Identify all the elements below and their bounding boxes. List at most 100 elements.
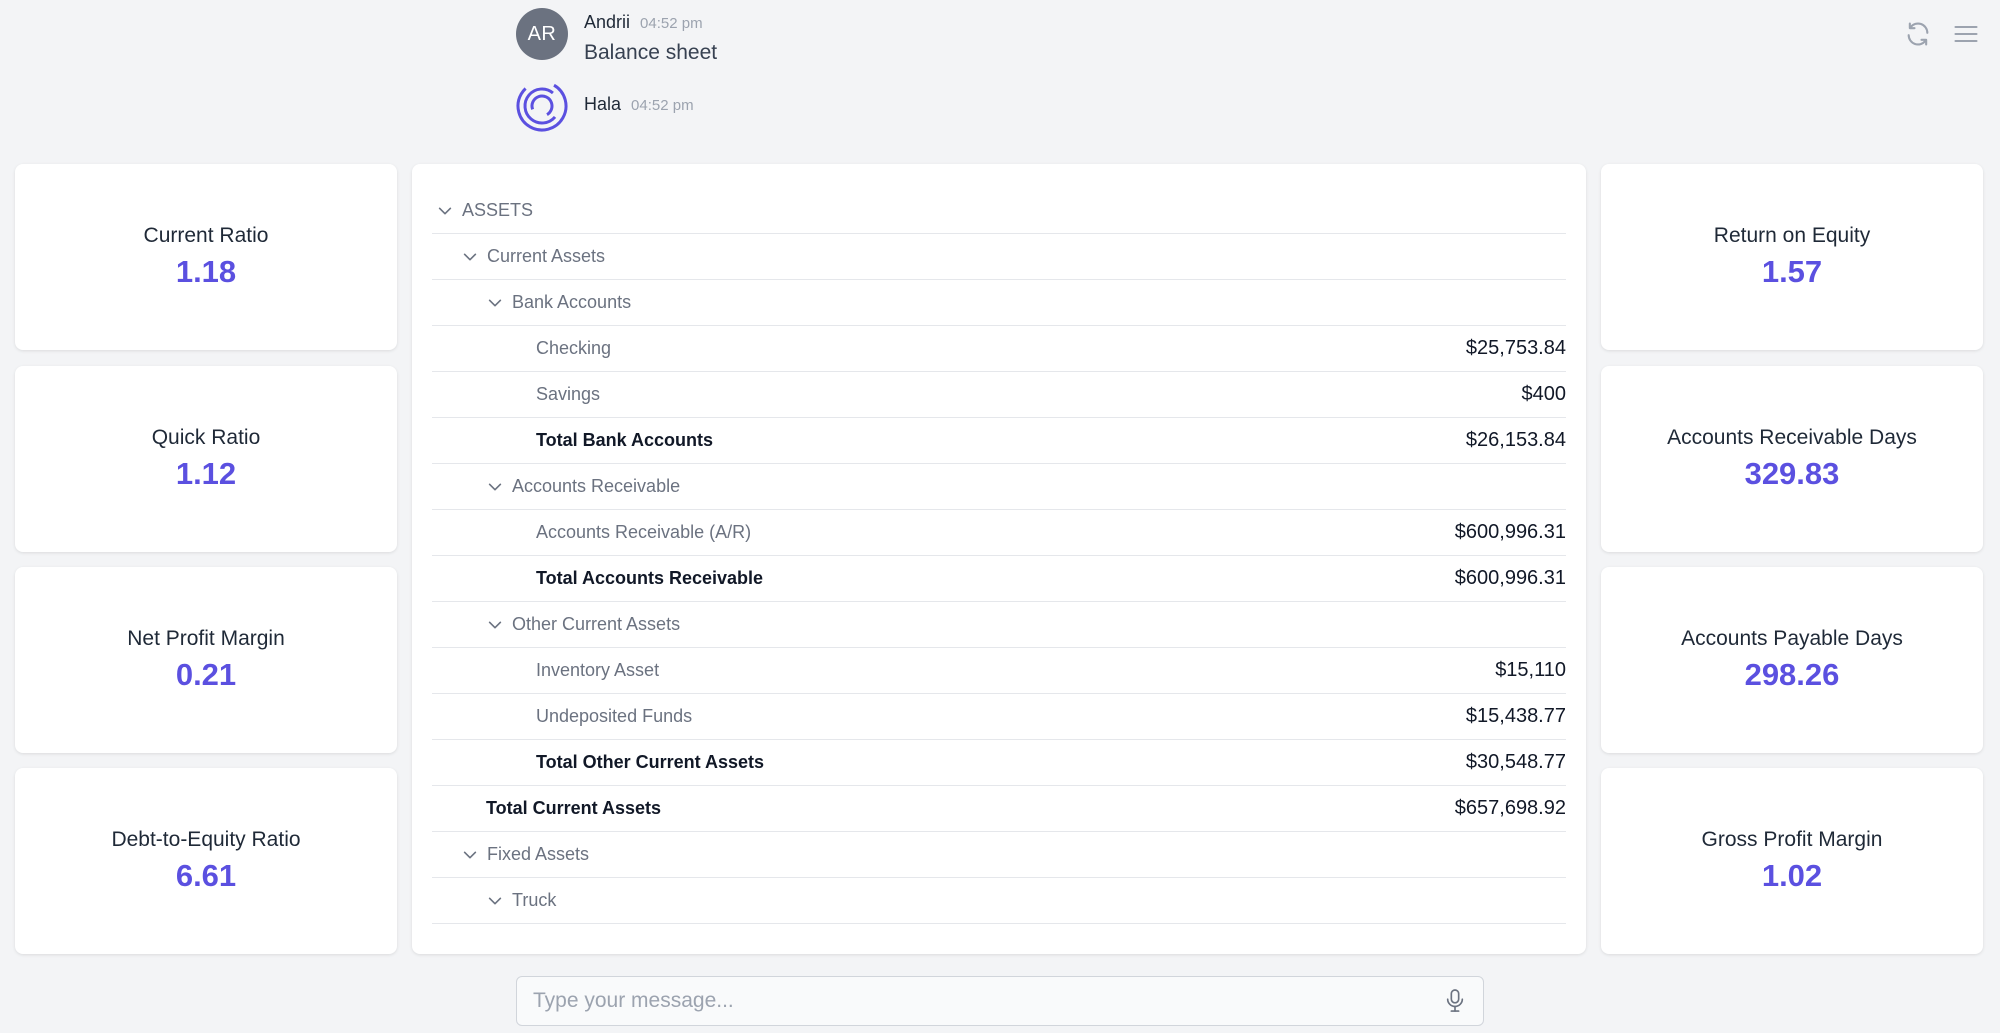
metric-value: 1.02 xyxy=(1761,858,1823,893)
metric-value: 298.26 xyxy=(1744,657,1840,692)
message-author: Hala xyxy=(584,94,622,114)
balance-sheet-table: ASSETS Current Assets Bank Accounts Checkin… xyxy=(432,188,1566,924)
row-label-wrap: Other Current Assets xyxy=(432,614,680,635)
metric-card-ap-days: Accounts Payable Days 298.26 xyxy=(1601,567,1983,753)
metric-label: Accounts Receivable Days xyxy=(1667,426,1917,449)
top-toolbar xyxy=(1902,18,1982,50)
row-label-wrap: Total Bank Accounts xyxy=(432,430,713,451)
row-label-wrap: Undeposited Funds xyxy=(432,706,692,727)
metric-card-ar-days: Accounts Receivable Days 329.83 xyxy=(1601,366,1983,552)
chat-message-assistant: Hala 04:52 pm xyxy=(516,80,694,132)
microphone-icon[interactable] xyxy=(1435,981,1475,1021)
message-text: Balance sheet xyxy=(584,41,718,64)
chevron-down-icon[interactable] xyxy=(461,248,479,266)
chevron-down-icon[interactable] xyxy=(486,892,504,910)
metric-label: Debt-to-Equity Ratio xyxy=(111,828,301,851)
row-label: Current Assets xyxy=(487,246,606,266)
total-row: Total Other Current Assets $30,548.77 xyxy=(432,740,1566,786)
message-time: 04:52 pm xyxy=(640,15,703,32)
user-avatar: AR xyxy=(516,8,568,60)
row-label-wrap: Savings xyxy=(432,384,600,405)
metric-card-quick-ratio: Quick Ratio 1.12 xyxy=(15,366,397,552)
row-amount: $26,153.84 xyxy=(1465,429,1566,451)
message-author: Andrii xyxy=(584,12,631,32)
row-amount: $600,996.31 xyxy=(1454,521,1566,543)
chevron-down-icon[interactable] xyxy=(486,478,504,496)
row-label-wrap: Bank Accounts xyxy=(432,292,631,313)
total-row: Total Accounts Receivable $600,996.31 xyxy=(432,556,1566,602)
section-row[interactable]: Fixed Assets xyxy=(432,832,1566,878)
chevron-down-icon[interactable] xyxy=(486,294,504,312)
row-amount: $30,548.77 xyxy=(1465,751,1566,773)
row-amount: $657,698.92 xyxy=(1454,797,1566,819)
total-row: Total Bank Accounts $26,153.84 xyxy=(432,418,1566,464)
row-label-wrap: Fixed Assets xyxy=(432,844,589,865)
refresh-icon[interactable] xyxy=(1902,18,1934,50)
row-label-wrap: Checking xyxy=(432,338,611,359)
chevron-down-icon[interactable] xyxy=(486,616,504,634)
section-row[interactable]: Truck xyxy=(432,878,1566,924)
section-row[interactable]: Accounts Receivable xyxy=(432,464,1566,510)
section-row[interactable]: Current Assets xyxy=(432,234,1566,280)
row-amount: $25,753.84 xyxy=(1465,337,1566,359)
message-input-container xyxy=(516,976,1484,1026)
section-row[interactable]: ASSETS xyxy=(432,188,1566,234)
message-body: Andrii 04:52 pm Balance sheet xyxy=(584,8,717,65)
metric-label: Return on Equity xyxy=(1713,224,1871,247)
row-label: ASSETS xyxy=(462,200,534,220)
row-label: Total Current Assets xyxy=(486,798,662,818)
metric-label: Net Profit Margin xyxy=(127,627,285,650)
row-label: Bank Accounts xyxy=(512,292,632,312)
row-amount: $600,996.31 xyxy=(1454,567,1566,589)
section-row[interactable]: Other Current Assets xyxy=(432,602,1566,648)
row-label: Total Other Current Assets xyxy=(536,752,765,772)
balance-sheet-panel: ASSETS Current Assets Bank Accounts Checkin… xyxy=(412,164,1586,954)
row-label: Accounts Receivable xyxy=(512,476,681,496)
message-time: 04:52 pm xyxy=(631,97,694,114)
hala-logo-icon xyxy=(516,80,568,132)
table-row: Accounts Receivable (A/R) $600,996.31 xyxy=(432,510,1566,556)
chat-message-user: AR Andrii 04:52 pm Balance sheet xyxy=(516,8,717,65)
message-body: Hala 04:52 pm xyxy=(584,80,694,115)
row-label-wrap: Truck xyxy=(432,890,556,911)
row-label: Savings xyxy=(536,384,601,404)
row-label-wrap: Accounts Receivable xyxy=(432,476,680,497)
row-amount: $15,110 xyxy=(1495,659,1566,681)
row-amount: $15,438.77 xyxy=(1465,705,1566,727)
row-label-wrap: Total Other Current Assets xyxy=(432,752,764,773)
metric-value: 329.83 xyxy=(1744,456,1840,491)
metric-value: 0.21 xyxy=(175,657,237,692)
metric-card-return-on-equity: Return on Equity 1.57 xyxy=(1601,164,1983,350)
row-label-wrap: Inventory Asset xyxy=(432,660,659,681)
row-label-wrap: ASSETS xyxy=(432,200,533,221)
message-meta: Andrii 04:52 pm xyxy=(584,12,717,33)
row-label: Fixed Assets xyxy=(487,844,590,864)
message-meta: Hala 04:52 pm xyxy=(584,94,694,115)
row-amount: $400 xyxy=(1521,383,1567,405)
metric-label: Accounts Payable Days xyxy=(1681,627,1903,650)
metric-card-net-profit-margin: Net Profit Margin 0.21 xyxy=(15,567,397,753)
table-row: Savings $400 xyxy=(432,372,1566,418)
chevron-down-icon[interactable] xyxy=(461,846,479,864)
chevron-down-icon[interactable] xyxy=(436,202,454,220)
metric-card-gross-profit-margin: Gross Profit Margin 1.02 xyxy=(1601,768,1983,954)
metric-label: Quick Ratio xyxy=(151,426,261,449)
row-label: Other Current Assets xyxy=(512,614,681,634)
row-label: Total Accounts Receivable xyxy=(536,568,764,588)
row-label: Truck xyxy=(512,890,557,910)
metric-card-debt-to-equity: Debt-to-Equity Ratio 6.61 xyxy=(15,768,397,954)
row-label-wrap: Total Current Assets xyxy=(432,798,661,819)
message-input[interactable] xyxy=(517,988,1435,1014)
total-row: Total Current Assets $657,698.92 xyxy=(432,786,1566,832)
metric-label: Gross Profit Margin xyxy=(1701,828,1883,851)
hamburger-menu-icon[interactable] xyxy=(1950,18,1982,50)
row-label-wrap: Current Assets xyxy=(432,246,605,267)
table-row: Checking $25,753.84 xyxy=(432,326,1566,372)
section-row[interactable]: Bank Accounts xyxy=(432,280,1566,326)
metric-value: 6.61 xyxy=(175,858,237,893)
row-label: Total Bank Accounts xyxy=(536,430,714,450)
row-label: Accounts Receivable (A/R) xyxy=(536,522,752,542)
row-label: Checking xyxy=(536,338,612,358)
metric-value: 1.18 xyxy=(175,254,237,289)
row-label: Undeposited Funds xyxy=(536,706,693,726)
